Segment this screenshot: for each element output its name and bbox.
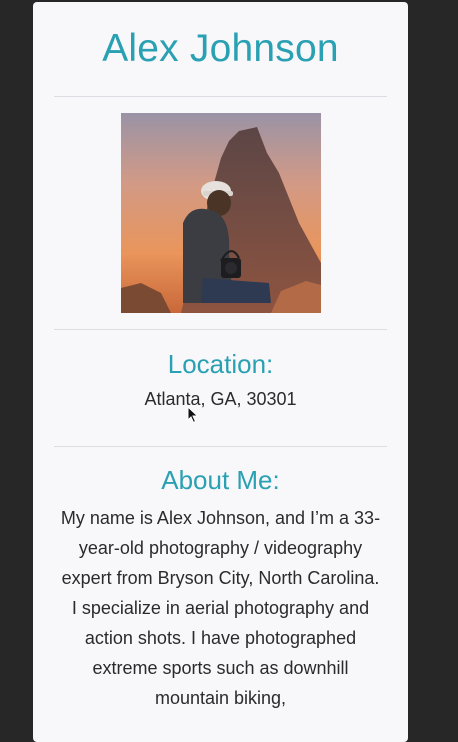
profile-name: Alex Johnson: [102, 27, 339, 70]
about-title: About Me:: [161, 465, 280, 495]
profile-card: Alex Johnson Location: Atlanta, GA, 3030…: [33, 2, 408, 742]
location-title: Location:: [167, 349, 274, 379]
divider: [54, 96, 387, 97]
about-text: My name is Alex Johnson, and I’m a 33-ye…: [60, 508, 381, 708]
mouse-pointer-icon: [187, 406, 199, 424]
location-value: Atlanta, GA, 30301: [144, 389, 297, 409]
profile-photo: [120, 113, 321, 313]
